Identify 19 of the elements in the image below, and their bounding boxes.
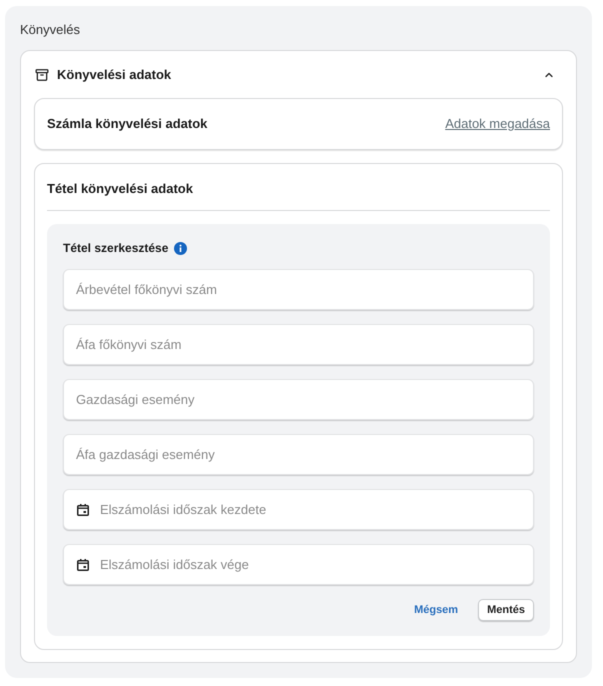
accordion-title: Könyvelési adatok	[57, 66, 172, 84]
input-field[interactable]: Gazdasági esemény	[63, 379, 534, 420]
section-title: Könyvelés	[20, 22, 81, 38]
input-field[interactable]: Árbevétel főkönyvi szám	[63, 269, 534, 310]
input-field[interactable]: Áfa gazdasági esemény	[63, 434, 534, 475]
cancel-link[interactable]: Mégsem	[412, 602, 460, 618]
input-field[interactable]: Áfa főkönyvi szám	[63, 324, 534, 365]
date-field[interactable]: Elszámolási időszak kezdete	[63, 489, 534, 530]
info-icon[interactable]	[174, 242, 188, 254]
editor-title: Tétel szerkesztése	[63, 240, 168, 256]
card-title: Számla könyvelési adatok	[47, 115, 208, 134]
accordion-header[interactable]: Könyvelési adatok	[34, 51, 563, 98]
archive-icon	[35, 68, 49, 82]
enter-data-link[interactable]: Adatok megadása	[445, 114, 550, 134]
card-title: Tétel könyvelési adatok	[47, 181, 194, 197]
calendar-icon	[77, 504, 89, 516]
save-button[interactable]: Mentés	[478, 599, 534, 621]
calendar-icon	[77, 559, 89, 571]
date-field[interactable]: Elszámolási időszak vége	[63, 544, 534, 585]
